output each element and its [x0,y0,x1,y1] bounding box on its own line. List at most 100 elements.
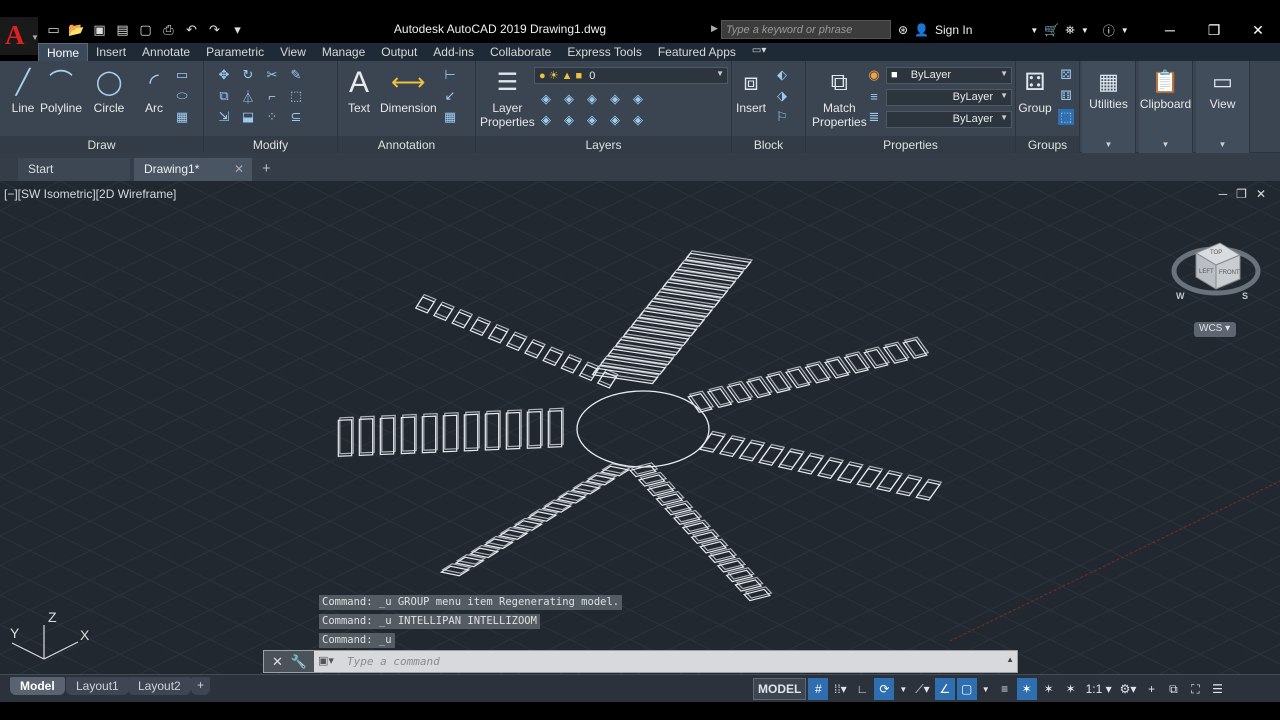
plot-icon[interactable]: ⎙ [159,21,178,39]
tab-add-ins[interactable]: Add-ins [425,43,482,61]
layer-tool-icon[interactable]: ◈ [538,91,554,107]
application-menu-button[interactable]: A ▼ [0,17,39,55]
ribbon-options-icon[interactable]: ▭▾ [744,43,774,61]
restore-icon[interactable]: ❐ [1192,17,1236,43]
layer-tool-icon[interactable]: ◈ [607,112,623,128]
fullscreen-icon[interactable]: ⛶ [1185,678,1205,700]
object-snap-icon[interactable]: ▢ [956,678,977,700]
text-button[interactable]: A Text [342,65,376,116]
table-icon[interactable]: ▦ [442,109,458,125]
match-properties-button[interactable]: ⧉ Match Properties [812,65,867,130]
layer-tool-icon[interactable]: ◈ [538,112,554,128]
properties-panel-title[interactable]: Properties [806,136,1015,153]
layer-tool-icon[interactable]: ◈ [561,91,577,107]
command-prompt-icon[interactable]: ▣▾ [318,654,334,667]
undo-icon[interactable]: ↶ [182,21,201,39]
chevron-up-icon[interactable]: ▲ [1006,655,1014,664]
polyline-button[interactable]: ⌒ Polyline [40,65,82,116]
tab-output[interactable]: Output [373,43,425,61]
block-panel-title[interactable]: Block [732,136,805,153]
modify-panel-title[interactable]: Modify [204,136,337,153]
utilities-button[interactable]: ▦ Utilities ▼ [1082,61,1136,153]
stretch-icon[interactable]: ⇲ [216,109,232,125]
binoculars-icon[interactable]: ⊛ [898,23,908,37]
edit-block-icon[interactable]: ⬗ [774,88,790,104]
drawing-canvas[interactable]: Z X Y TOP LEFT FRONT W S [−][SW Isometric][2D W… [0,181,1280,674]
tab-collaborate[interactable]: Collaborate [482,43,559,61]
layer-dropdown[interactable]: ● ☀ ▲ ■ 0 ▼ [534,67,728,84]
object-snap-tracking-icon[interactable]: ∠ [934,678,955,700]
customize-icon[interactable]: ☰ [1207,678,1227,700]
close-icon[interactable]: ✕ [272,654,283,670]
a360-icon[interactable]: ⛯ [1065,23,1075,38]
lineweight-toggle-icon[interactable]: ≡ [995,678,1015,700]
web-mobile-icon[interactable]: ▢ [136,21,155,39]
new-tab-icon[interactable]: + [256,158,280,181]
annotation-scale-value[interactable]: 1:1 ▾ [1083,678,1115,700]
annotation-panel-title[interactable]: Annotation [338,136,475,153]
draw-panel-title[interactable]: Draw [0,136,203,153]
layer-tool-icon[interactable]: ◈ [607,91,623,107]
group-edit-icon[interactable]: ⚅ [1058,88,1074,104]
rectangle-icon[interactable]: ▭ [174,67,190,83]
file-tab-drawing1[interactable]: Drawing1* ✕ [134,158,252,181]
scale-icon[interactable]: ⬓ [240,109,256,125]
command-input[interactable]: Type a command [347,655,440,668]
ellipse-icon[interactable]: ⬭ [174,88,190,104]
annotation-visibility-icon[interactable]: ✶ [1016,678,1037,700]
explode-icon[interactable]: ⬚ [288,88,304,104]
chevron-down-icon[interactable]: ▼ [979,678,993,700]
add-layout-icon[interactable]: + [191,677,211,695]
group-button[interactable]: ⚃ Group [1018,65,1052,116]
minimize-icon[interactable]: ─ [1148,17,1192,43]
minimize-icon[interactable]: ─ [1219,187,1228,201]
annotation-scale-icon[interactable]: ✶ [1061,678,1081,700]
rotate-icon[interactable]: ↻ [240,67,256,83]
cart-icon[interactable]: 🛒 [1044,23,1059,37]
close-icon[interactable]: ✕ [234,162,244,176]
hatch-icon[interactable]: ▦ [174,109,190,125]
help-icon[interactable]: ⓘ [1103,22,1115,39]
layer-tool-icon[interactable]: ◈ [584,91,600,107]
dimension-button[interactable]: ⟷ Dimension [380,65,437,116]
chevron-down-icon[interactable]: ▼ [1030,26,1038,35]
copy-icon[interactable]: ⧉ [216,88,232,104]
open-icon[interactable]: 📂 [67,21,86,39]
sign-in-link[interactable]: Sign In [935,23,972,37]
attribute-icon[interactable]: ⚐ [774,109,790,125]
layer-tool-icon[interactable]: ◈ [630,91,646,107]
restore-icon[interactable]: ❐ [1236,187,1247,201]
chevron-down-icon[interactable]: ▼ [896,678,910,700]
tab-parametric[interactable]: Parametric [198,43,272,61]
group-select-icon[interactable]: ⬚ [1058,109,1074,125]
layer-tool-icon[interactable]: ◈ [630,112,646,128]
chevron-down-icon[interactable]: ▼ [1081,26,1089,35]
insert-button[interactable]: ⧈ Insert [734,65,768,116]
move-icon[interactable]: ✥ [216,67,232,83]
isodraft-icon[interactable]: ⟋▾ [912,678,932,700]
wcs-menu[interactable]: WCS ▾ [1194,322,1236,337]
file-tab-start[interactable]: Start [18,158,130,181]
lineweight-dropdown[interactable]: ByLayer ▼ [886,111,1012,128]
arc-button[interactable]: ◜ Arc [137,65,171,116]
save-as-icon[interactable]: ▤ [113,21,132,39]
line-button[interactable]: ╱ Line [6,65,40,116]
save-icon[interactable]: ▣ [90,21,109,39]
mirror-icon[interactable]: ⏃ [240,88,256,105]
layer-tool-icon[interactable]: ◈ [561,112,577,128]
chevron-down-icon[interactable]: ▼ [1121,26,1129,35]
array-icon[interactable]: ⁘ [264,109,280,125]
color-dropdown[interactable]: ■ ByLayer ▼ [886,67,1012,84]
tab-manage[interactable]: Manage [314,43,373,61]
isolate-icon[interactable]: ⧉ [1163,678,1183,700]
offset-icon[interactable]: ⊆ [288,109,304,125]
customize-qat-icon[interactable]: ▾ [228,21,247,39]
tab-view[interactable]: View [272,43,314,61]
layer-properties-button[interactable]: ☰ Layer Properties [480,65,535,130]
new-icon[interactable]: ▭ [44,21,63,39]
fillet-icon[interactable]: ⌐ [264,88,280,104]
close-icon[interactable]: ✕ [1236,17,1280,43]
tab-model[interactable]: Model [10,677,65,695]
close-icon[interactable]: ✕ [1256,187,1266,201]
ungroup-icon[interactable]: ⚄ [1058,67,1074,83]
